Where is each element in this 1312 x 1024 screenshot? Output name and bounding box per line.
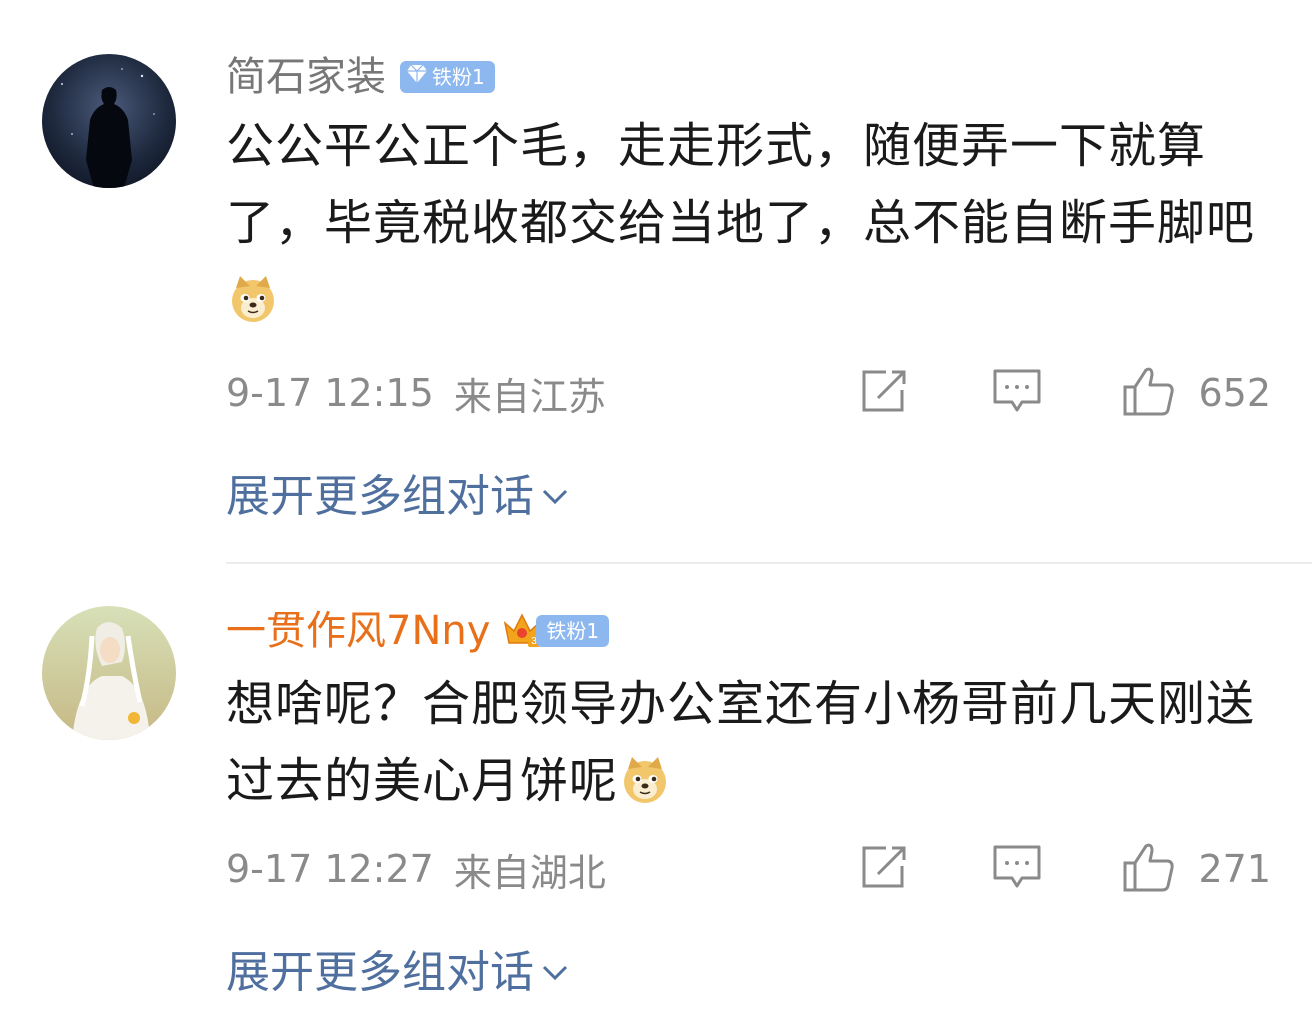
comment-icon[interactable]: [992, 844, 1042, 894]
username[interactable]: 简石家装: [226, 52, 386, 102]
like-icon[interactable]: [1122, 841, 1176, 897]
comment-header: 一贯作风7Nny 3 铁粉1: [226, 606, 610, 656]
like-icon[interactable]: [1122, 365, 1176, 421]
diamond-icon: [406, 61, 428, 93]
comment-time: 9-17 12:15: [226, 371, 434, 415]
comment-text: 公公平公正个毛，走走形式，随便弄一下就算了，毕竟税收都交给当地了，总不能自断手脚…: [226, 108, 1286, 339]
comment-icon[interactable]: [992, 368, 1042, 418]
avatar[interactable]: [42, 54, 176, 188]
comment-text: 想啥呢？合肥领导办公室还有小杨哥前几天刚送过去的美心月饼呢: [226, 666, 1286, 820]
like-count: 271: [1198, 847, 1271, 891]
divider: [226, 562, 1312, 564]
comment-meta: 9-17 12:27 来自湖北 271: [226, 841, 1271, 897]
fan-badge[interactable]: 铁粉1: [400, 61, 495, 93]
comment-actions: 652: [860, 365, 1271, 421]
comment-actions: 271: [860, 841, 1271, 897]
doge-emoji: [228, 270, 278, 322]
comment-location: 来自江苏: [453, 374, 606, 419]
comment-list: 简石家装 铁粉1 公公平公正个毛，走走形式，随便弄一下就算了，毕竟税收都交给当地…: [0, 0, 1312, 1024]
comment-text-content: 公公平公正个毛，走走形式，随便弄一下就算了，毕竟税收都交给当地了，总不能自断手脚…: [226, 118, 1256, 251]
chevron-down-icon: [534, 943, 570, 994]
expand-conversation-link[interactable]: 展开更多组对话: [226, 940, 570, 998]
comment-location: 来自湖北: [453, 850, 606, 895]
chevron-down-icon: [534, 467, 570, 518]
like-count: 652: [1198, 371, 1271, 415]
username[interactable]: 一贯作风7Nny: [226, 606, 490, 656]
doge-emoji: [620, 751, 670, 803]
fan-badge: 铁粉1: [536, 615, 610, 647]
comment-time: 9-17 12:27: [226, 847, 434, 891]
expand-conversation-label: 展开更多组对话: [226, 947, 534, 998]
comment-meta: 9-17 12:15 来自江苏 652: [226, 365, 1271, 421]
fan-badge-label: 铁粉1: [432, 65, 485, 89]
avatar[interactable]: [42, 606, 176, 740]
comment-header: 简石家装 铁粉1: [226, 52, 495, 102]
comment-text-content: 想啥呢？合肥领导办公室还有小杨哥前几天刚送过去的美心月饼呢: [226, 676, 1256, 809]
share-icon[interactable]: [860, 368, 910, 418]
share-icon[interactable]: [860, 844, 910, 894]
expand-conversation-label: 展开更多组对话: [226, 471, 534, 522]
expand-conversation-link[interactable]: 展开更多组对话: [226, 464, 570, 522]
fan-badge-label: 铁粉1: [546, 619, 600, 643]
vip-badge[interactable]: 3 铁粉1: [502, 609, 610, 653]
